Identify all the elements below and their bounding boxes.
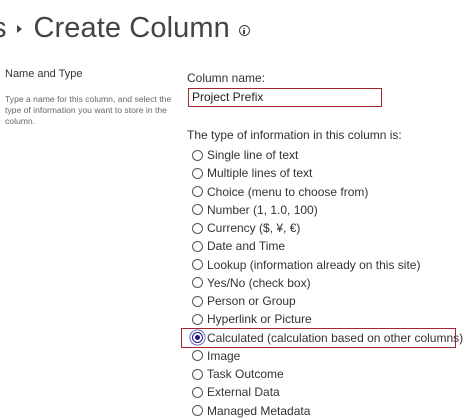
radio-unchecked-icon[interactable] (192, 167, 203, 179)
column-type-option[interactable]: Calculated (calculation based on other c… (181, 327, 467, 348)
column-type-option[interactable]: Single line of text (187, 146, 467, 164)
radio-unchecked-icon[interactable] (192, 350, 203, 362)
column-type-option[interactable]: Task Outcome (187, 365, 467, 383)
column-type-option-label: Managed Metadata (207, 403, 311, 418)
info-circle-icon[interactable] (238, 25, 250, 36)
column-type-option[interactable]: Person or Group (187, 292, 467, 310)
column-type-option[interactable]: Choice (menu to choose from) (187, 183, 467, 201)
column-type-option[interactable]: Hyperlink or Picture (187, 310, 467, 328)
column-type-option[interactable]: External Data (187, 383, 467, 401)
column-type-option-label: External Data (207, 385, 280, 400)
radio-unchecked-icon[interactable] (192, 313, 203, 325)
radio-unchecked-icon[interactable] (192, 259, 203, 271)
column-form: Column name: The type of information in … (181, 71, 467, 420)
column-type-option[interactable]: Currency ($, ¥, €) (187, 219, 467, 237)
column-type-radio-group: Single line of text Multiple lines of tex… (181, 146, 467, 420)
column-type-option-label: Person or Group (207, 294, 296, 309)
column-type-option-label: Calculated (calculation based on other c… (207, 330, 464, 345)
section-title: Name and Type (5, 68, 83, 80)
section-sidebar: Name and Type Type a name for this colum… (5, 68, 177, 127)
column-name-label: Column name: (187, 71, 266, 85)
column-name-field-highlight (188, 88, 382, 107)
column-type-option-label: Multiple lines of text (207, 166, 313, 181)
radio-unchecked-icon[interactable] (192, 186, 203, 198)
column-type-option[interactable]: Number (1, 1.0, 100) (187, 201, 467, 219)
breadcrumb-separator-icon (16, 25, 22, 33)
column-type-option-label: Yes/No (check box) (207, 275, 311, 290)
column-type-label: The type of information in this column i… (187, 128, 402, 142)
radio-unchecked-icon[interactable] (192, 405, 203, 417)
breadcrumb-parent-link[interactable]: s (0, 12, 7, 45)
radio-unchecked-icon[interactable] (192, 222, 203, 234)
radio-checked-icon[interactable] (192, 332, 203, 344)
column-type-option-label: Date and Time (207, 239, 286, 254)
radio-unchecked-icon[interactable] (192, 386, 203, 398)
column-type-option-label: Lookup (information already on this site… (207, 257, 421, 272)
radio-unchecked-icon[interactable] (192, 277, 203, 289)
radio-unchecked-icon[interactable] (192, 204, 203, 216)
column-name-input[interactable] (192, 89, 372, 105)
column-type-option-label: Task Outcome (207, 367, 284, 382)
column-type-option[interactable]: Managed Metadata (187, 402, 467, 420)
column-type-option-label: Hyperlink or Picture (207, 312, 312, 327)
radio-unchecked-icon[interactable] (192, 295, 203, 307)
column-type-option-label: Choice (menu to choose from) (207, 184, 369, 199)
column-type-option-label: Single line of text (207, 148, 299, 163)
page-title: Create Column (33, 11, 230, 44)
radio-unchecked-icon[interactable] (192, 149, 203, 161)
column-type-option-label: Number (1, 1.0, 100) (207, 202, 318, 217)
column-type-option[interactable]: Yes/No (check box) (187, 274, 467, 292)
column-type-option-label: Image (207, 348, 241, 363)
radio-unchecked-icon[interactable] (192, 240, 203, 252)
column-type-option[interactable]: Lookup (information already on this site… (187, 256, 467, 274)
column-type-option[interactable]: Image (187, 347, 467, 365)
column-type-option[interactable]: Date and Time (187, 237, 467, 255)
section-description: Type a name for this column, and select … (5, 94, 172, 126)
column-type-option-label: Currency ($, ¥, €) (207, 221, 301, 236)
radio-unchecked-icon[interactable] (192, 368, 203, 380)
page-header: s Create Column (0, 6, 250, 50)
column-type-option[interactable]: Multiple lines of text (187, 164, 467, 182)
